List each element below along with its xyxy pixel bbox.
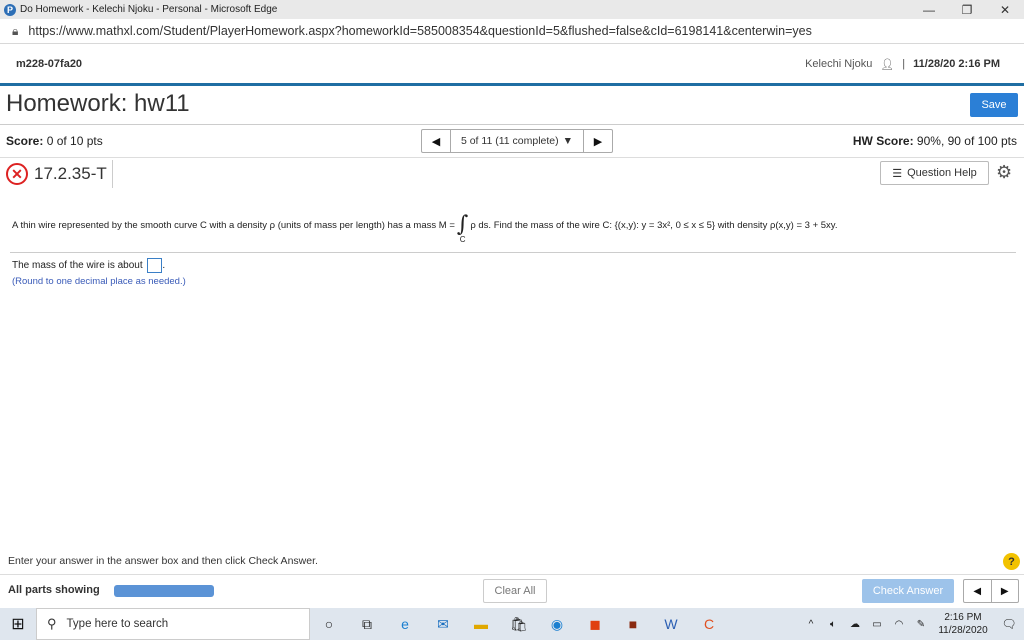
course-name: m228-07fa20 [16, 58, 83, 70]
score-label: Score: [6, 134, 44, 148]
taskbar: ⊞ ⚲ Type here to search ○ ⧉ e ✉ ▬ 🛍︎ ◉ ◼… [0, 608, 1024, 640]
prev-question-button[interactable]: ◀ [422, 130, 450, 152]
app-c-icon[interactable]: C [690, 608, 728, 640]
hw-score-label: HW Score: [852, 134, 914, 148]
question-id: 17.2.35-T [34, 164, 107, 183]
question-text-after: ρ ds. Find the mass of the wire C: {(x,y… [470, 219, 838, 231]
app-icon[interactable]: ■ [614, 608, 652, 640]
prev-button[interactable]: ◀ [964, 580, 992, 602]
gear-icon[interactable]: ⚙ [996, 162, 1012, 183]
clock-date: 11/28/2020 [938, 625, 988, 636]
next-button[interactable]: ▶ [992, 580, 1019, 602]
question-text: A thin wire represented by the smooth cu… [12, 210, 838, 244]
task-view-icon[interactable]: ⧉ [348, 608, 386, 640]
divider [10, 252, 1016, 253]
url-text[interactable]: https://www.mathxl.com/Student/PlayerHom… [28, 24, 811, 38]
notification-icon[interactable]: 🗨︎ [994, 617, 1024, 631]
score-value: 0 of 10 pts [46, 134, 103, 148]
answer-suffix: . [162, 260, 166, 272]
user-icon: 👤︎ [880, 58, 895, 71]
volume-icon[interactable]: 🔈︎ [822, 619, 844, 630]
answer-prefix: The mass of the wire is about [12, 260, 143, 272]
score: Score: 0 of 10 pts [6, 134, 103, 148]
question-position: 5 of 11 (11 complete) [460, 135, 559, 147]
answer-input[interactable] [147, 258, 163, 273]
messenger-icon[interactable]: ◉ [538, 608, 576, 640]
page-title: Homework: hw11 [6, 90, 190, 117]
instructions: Enter your answer in the answer box and … [8, 555, 318, 567]
chevron-down-icon: ▼ [562, 135, 574, 147]
cloud-icon[interactable]: ☁ [844, 619, 866, 630]
window-titlebar: P Do Homework - Kelechi Njoku - Personal… [0, 0, 1024, 19]
question-help-label: Question Help [907, 167, 977, 179]
user-name[interactable]: Kelechi Njoku [805, 58, 872, 70]
word-icon[interactable]: W [652, 608, 690, 640]
incorrect-icon: ✕ [6, 163, 28, 185]
system-tray: ^ 🔈︎ ☁ ▭ ◠ ✎ 2:16 PM 11/28/2020 🗨︎ [800, 608, 1024, 640]
accent-bar [0, 83, 1024, 86]
divider [0, 574, 1024, 575]
save-button[interactable]: Save [970, 93, 1018, 117]
question-header: ✕ 17.2.35-T ☰ Question Help ⚙ [0, 158, 1024, 190]
list-icon: ☰ [892, 167, 903, 180]
next-question-button[interactable]: ▶ [584, 130, 612, 152]
windows-start-icon[interactable]: ⊞ [0, 608, 36, 640]
divider [0, 124, 1024, 125]
cortana-icon[interactable]: ○ [310, 608, 348, 640]
parts-label: All parts showing [8, 584, 100, 596]
divider: | [902, 58, 906, 70]
wifi-icon[interactable]: ◠ [888, 619, 910, 630]
battery-icon[interactable]: ▭ [866, 619, 888, 630]
answer-section: The mass of the wire is about . (Round t… [12, 258, 186, 287]
datetime: 11/28/20 2:16 PM [913, 58, 1000, 70]
clear-all-button[interactable]: Clear All [483, 579, 547, 603]
user-bar: m228-07fa20 Kelechi Njoku 👤︎ | 11/28/20 … [0, 44, 1024, 84]
file-explorer-icon[interactable]: ▬ [462, 608, 500, 640]
restore-icon[interactable]: ❐ [948, 0, 986, 19]
taskbar-search[interactable]: ⚲ Type here to search [36, 608, 310, 640]
footer-row: All parts showing Clear All Check Answer… [0, 576, 1024, 606]
clock[interactable]: 2:16 PM 11/28/2020 [932, 611, 994, 637]
chevron-up-icon[interactable]: ^ [800, 619, 822, 630]
minimize-icon[interactable]: — [910, 0, 948, 19]
question-help-button[interactable]: ☰ Question Help [880, 161, 989, 185]
hw-score: HW Score: 90%, 90 of 100 pts [853, 134, 1017, 148]
search-placeholder: Type here to search [66, 618, 169, 630]
question-select[interactable]: 5 of 11 (11 complete) ▼ [450, 130, 584, 152]
office-icon[interactable]: ◼ [576, 608, 614, 640]
clock-time: 2:16 PM [944, 612, 982, 623]
window-controls: — ❐ ✕ [910, 0, 1024, 19]
integral-symbol: ∫ C [457, 214, 468, 244]
question-text-before: A thin wire represented by the smooth cu… [12, 219, 455, 231]
close-icon[interactable]: ✕ [986, 0, 1024, 19]
edge-profile-icon: P [4, 3, 16, 16]
pen-icon[interactable]: ✎ [910, 619, 932, 630]
parts-progress-bar [114, 585, 214, 597]
hw-score-value: 90%, 90 of 100 pts [916, 134, 1017, 148]
footer-navigator: ◀ ▶ [963, 579, 1019, 603]
check-answer-button[interactable]: Check Answer [862, 579, 954, 603]
integral-subscript: C [459, 235, 466, 244]
divider [112, 160, 113, 188]
edge-icon[interactable]: e [386, 608, 424, 640]
score-row: Score: 0 of 10 pts ◀ 5 of 11 (11 complet… [0, 128, 1024, 156]
help-icon[interactable]: ? [1003, 553, 1020, 570]
lock-icon: 🔒︎ [12, 23, 19, 38]
window-title: Do Homework - Kelechi Njoku - Personal -… [20, 4, 278, 15]
integral-sign-icon: ∫ [456, 212, 469, 237]
question-navigator: ◀ 5 of 11 (11 complete) ▼ ▶ [421, 129, 613, 153]
mail-icon[interactable]: ✉ [424, 608, 462, 640]
address-bar[interactable]: 🔒︎ https://www.mathxl.com/Student/Player… [0, 19, 1024, 44]
search-icon: ⚲ [47, 616, 57, 631]
rounding-note: (Round to one decimal place as needed.) [12, 276, 186, 287]
store-icon[interactable]: 🛍︎ [500, 608, 538, 640]
